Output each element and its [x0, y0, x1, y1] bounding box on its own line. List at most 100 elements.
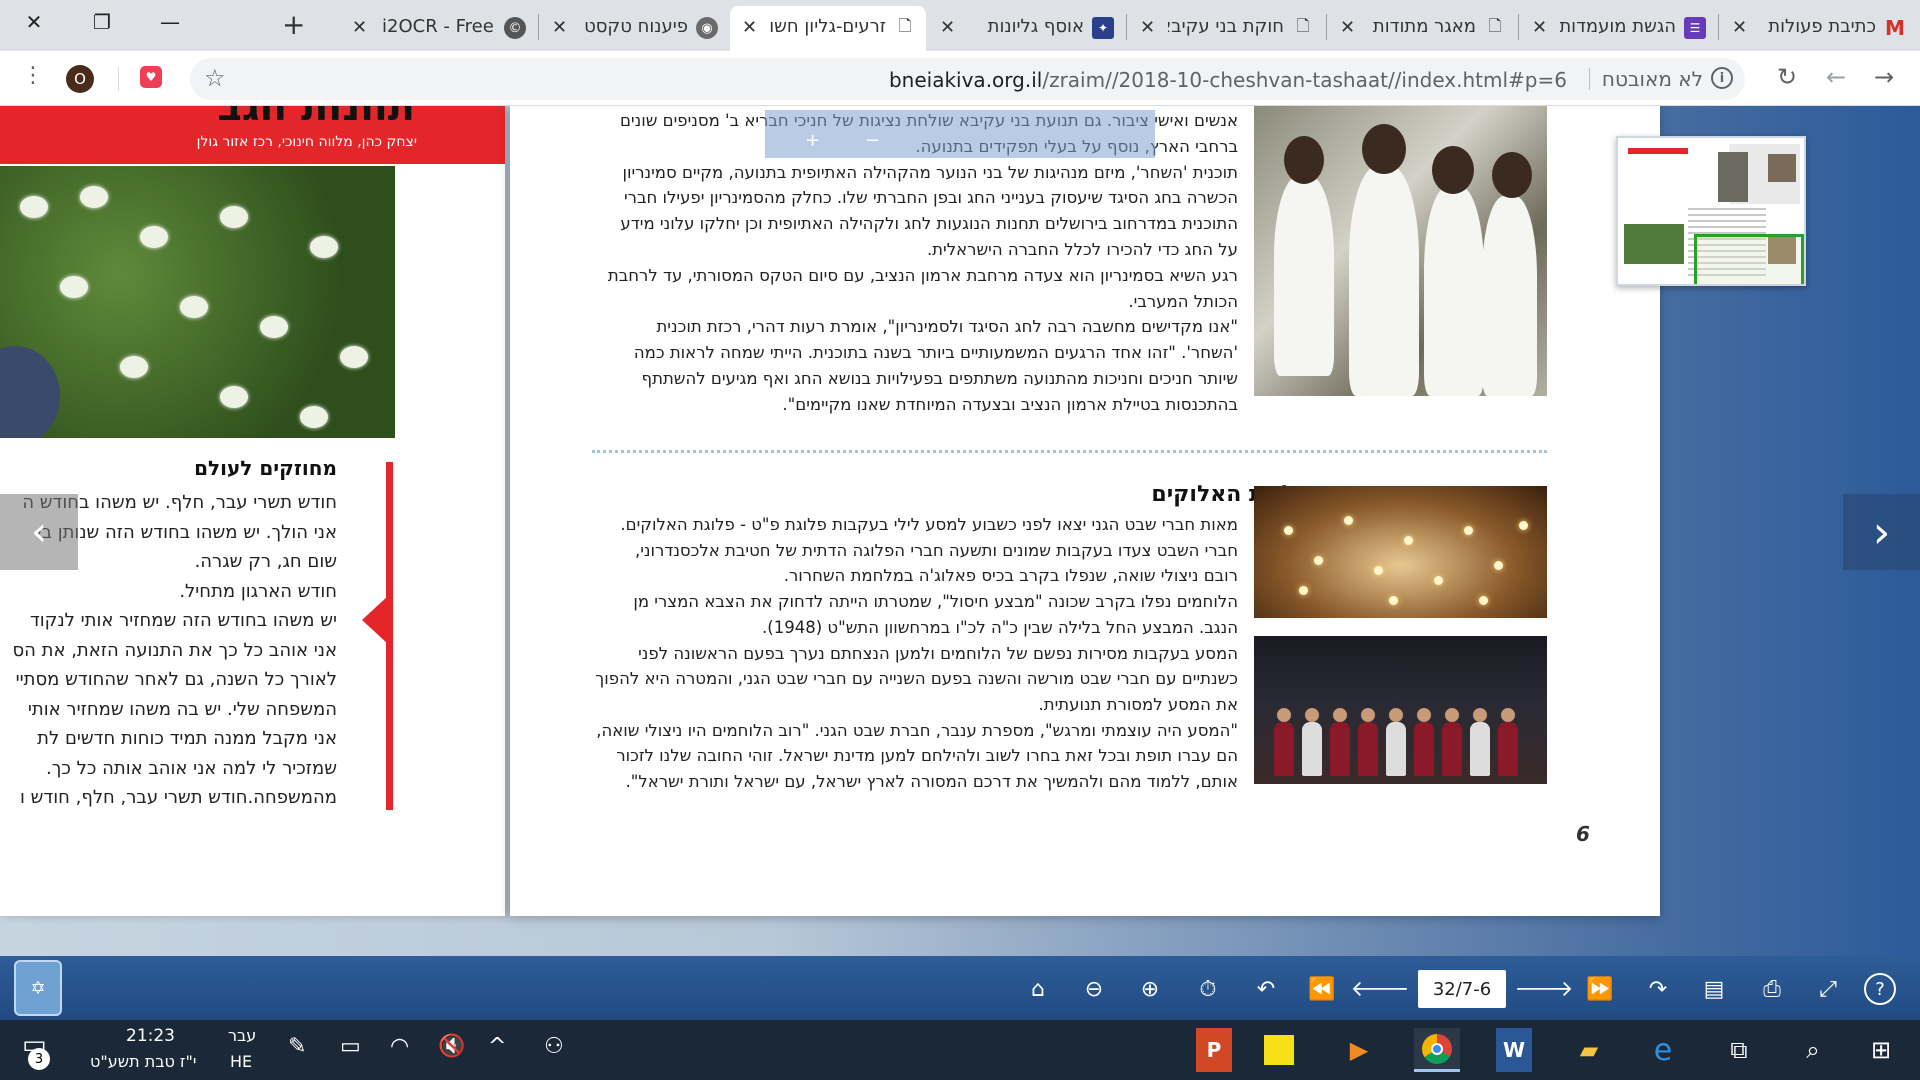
file-explorer-app-icon[interactable]: ▰ — [1566, 1028, 1612, 1072]
tab-constitution[interactable]: ✕ חוקת בני עקיבא 🗋 — [1128, 6, 1324, 51]
page-number: 6 — [1576, 822, 1590, 846]
redo-icon: ↷ — [1648, 976, 1668, 1002]
flowers-photo — [0, 166, 395, 438]
previous-page-button[interactable]: ‹ — [0, 494, 78, 570]
menu-dots-icon[interactable]: ⋮ — [22, 63, 44, 88]
powerpoint-app-icon[interactable]: P — [1196, 1028, 1232, 1072]
undo-button[interactable]: ↶ — [1246, 969, 1286, 1009]
search-icon[interactable]: ⌕ — [1790, 1028, 1836, 1072]
windows-start-icon[interactable]: ⊞ — [1858, 1028, 1904, 1072]
security-label[interactable]: לא מאובטח — [1602, 67, 1703, 91]
forward-icon[interactable]: ← — [1826, 63, 1846, 91]
omnibox-separator — [1589, 68, 1590, 90]
plus-icon[interactable]: + — [805, 130, 820, 151]
word-app-icon[interactable]: W — [1496, 1028, 1532, 1072]
task-view-icon[interactable]: ⧉ — [1716, 1028, 1762, 1072]
chevron-up-icon[interactable]: ^ — [488, 1034, 506, 1059]
pocket-extension-icon[interactable]: ♥ — [140, 66, 162, 88]
tab-title: זרעים-גליון חשוון — [770, 16, 886, 37]
text-line: הלוחמים נפלו בקרב שכונה "מבצע חיסול", שמ… — [633, 592, 1238, 612]
flipbook-viewer: תחנות חגב יצחק כהן, מלווה חינוכי, רכז אז… — [0, 106, 1920, 956]
tab-i2ocr[interactable]: ✕ i2OCR - Free © — [340, 6, 536, 51]
text-line: לאורך כל השנה, גם לאחר שהחודש מסתיי — [15, 669, 337, 690]
tab-close-icon[interactable]: ✕ — [742, 17, 757, 38]
thumbnail-viewport[interactable] — [1694, 234, 1804, 284]
print-icon: ⎙ — [1763, 976, 1781, 1002]
chrome-app-icon[interactable] — [1414, 1028, 1460, 1072]
back-icon[interactable]: → — [1874, 63, 1894, 91]
next-page-toolbar-button[interactable]: 🡒 — [1515, 969, 1574, 1009]
text-line: חודש הארגון מתחיל. — [179, 580, 337, 602]
clock-date[interactable]: י"ז טבת תשע"ט — [90, 1052, 196, 1071]
first-page-button[interactable]: ⏪ — [1302, 969, 1342, 1009]
pen-icon[interactable]: ✎ — [288, 1034, 306, 1059]
minimize-window-button[interactable]: — — [136, 0, 204, 44]
tab-collection[interactable]: ✕ אוסף גליונות ✦ — [928, 6, 1124, 51]
help-button[interactable]: ? — [1864, 973, 1896, 1005]
prev-page-button[interactable]: 🡐 — [1351, 969, 1410, 1009]
group-photo — [1254, 636, 1547, 784]
tab-close-icon[interactable]: ✕ — [940, 17, 955, 38]
bookmark-star-icon[interactable]: ☆ — [204, 64, 226, 92]
edge-app-icon[interactable]: e — [1640, 1028, 1686, 1072]
tab-close-icon[interactable]: ✕ — [1732, 17, 1747, 38]
last-page-button[interactable]: ⏩ — [1580, 969, 1620, 1009]
chevron-right-icon: › — [1872, 506, 1891, 558]
text-line: שמזכיר לי למה אני אוהב אותה כל כך. — [46, 757, 337, 779]
restore-window-button[interactable]: ❐ — [68, 0, 136, 44]
tab-text-decode[interactable]: ✕ פיענוח טקסט ◉ — [540, 6, 728, 51]
sticky-notes-app-icon[interactable] — [1264, 1035, 1294, 1065]
students-photo — [1254, 106, 1547, 396]
tab-write-activities[interactable]: ✕ כתיבת פעולות M — [1720, 6, 1916, 51]
tab-title: אוסף גליונות — [987, 16, 1084, 37]
minus-icon[interactable]: − — [865, 130, 880, 151]
tab-close-icon[interactable]: ✕ — [1340, 17, 1355, 38]
tab-close-icon[interactable]: ✕ — [1140, 17, 1155, 38]
tab-title: מאגר מתודות — [1372, 16, 1476, 37]
input-language-label[interactable]: עבר — [228, 1026, 256, 1045]
reload-icon[interactable]: ↻ — [1777, 63, 1797, 91]
home-button[interactable]: ⌂ — [1018, 969, 1058, 1009]
text-line: יש משהו בחודש הזה שמחזיר אותי לנקוד — [29, 610, 337, 631]
redo-button[interactable]: ↷ — [1638, 969, 1678, 1009]
tab-methods[interactable]: ✕ מאגר מתודות 🗋 — [1328, 6, 1516, 51]
page-thumbnail-navigator[interactable] — [1616, 136, 1806, 286]
tab-zraim-cheshvan[interactable]: ✕ זרעים-גליון חשוון 🗋 — [730, 6, 926, 51]
battery-icon[interactable]: ▭ — [340, 1034, 361, 1059]
autoplay-icon: ⏱ — [1199, 976, 1217, 1002]
zoom-selection-box[interactable]: + − — [765, 110, 1155, 158]
input-language-code[interactable]: HE — [230, 1052, 252, 1071]
close-window-button[interactable]: ✕ — [0, 0, 68, 44]
print-button[interactable]: ⎙ — [1752, 969, 1792, 1009]
info-icon[interactable]: i — [1711, 67, 1733, 89]
wifi-icon[interactable]: ◠ — [390, 1034, 409, 1059]
tab-close-icon[interactable]: ✕ — [1532, 17, 1547, 38]
volume-muted-icon[interactable]: 🔇 — [438, 1034, 465, 1059]
text-line: מהמשפחה.חודש תשרי עבר, חלף, חודש ו — [20, 787, 337, 808]
text-line: את המסע למסורת תנועתית. — [1038, 694, 1238, 714]
tab-application[interactable]: ✕ הגשת מועמדות ☰ — [1520, 6, 1716, 51]
page-number-input[interactable]: 32/7-6 — [1418, 970, 1506, 1008]
url-text[interactable]: bneiakiva.org.il/zraim//2018-10-cheshvan… — [889, 68, 1567, 92]
autoplay-button[interactable]: ⏱ — [1188, 969, 1228, 1009]
media-player-app-icon[interactable]: ▶ — [1336, 1028, 1382, 1072]
people-icon[interactable]: ⚇ — [544, 1034, 564, 1059]
address-bar[interactable]: ☆ bneiakiva.org.il/zraim//2018-10-cheshv… — [190, 58, 1745, 100]
next-page-button[interactable]: › — [1843, 494, 1920, 570]
zoom-in-button[interactable]: ⊕ — [1130, 969, 1170, 1009]
clock-time[interactable]: 21:23 — [126, 1026, 175, 1046]
text-line: הכשרה בחג הסיגד שיעסוק בענייני החג ובפן … — [623, 188, 1238, 208]
new-tab-button[interactable]: + — [282, 8, 305, 41]
toolbar-separator — [118, 67, 119, 91]
tab-close-icon[interactable]: ✕ — [552, 17, 567, 38]
tab-close-icon[interactable]: ✕ — [352, 17, 367, 38]
text-line: על החג כדי להכירו לכלל החברה הישראלית. — [926, 239, 1238, 259]
zoom-out-icon: ⊖ — [1084, 976, 1104, 1002]
profile-avatar[interactable]: O — [66, 65, 94, 93]
tab-separator — [1126, 14, 1127, 40]
zoom-out-button[interactable]: ⊖ — [1074, 969, 1114, 1009]
banner-title: תחנות חגב — [217, 106, 415, 130]
fullscreen-button[interactable]: ⤢ — [1808, 969, 1848, 1009]
tab-title: חוקת בני עקיבא — [1168, 16, 1284, 37]
thumbnails-button[interactable]: ▤ — [1694, 969, 1734, 1009]
